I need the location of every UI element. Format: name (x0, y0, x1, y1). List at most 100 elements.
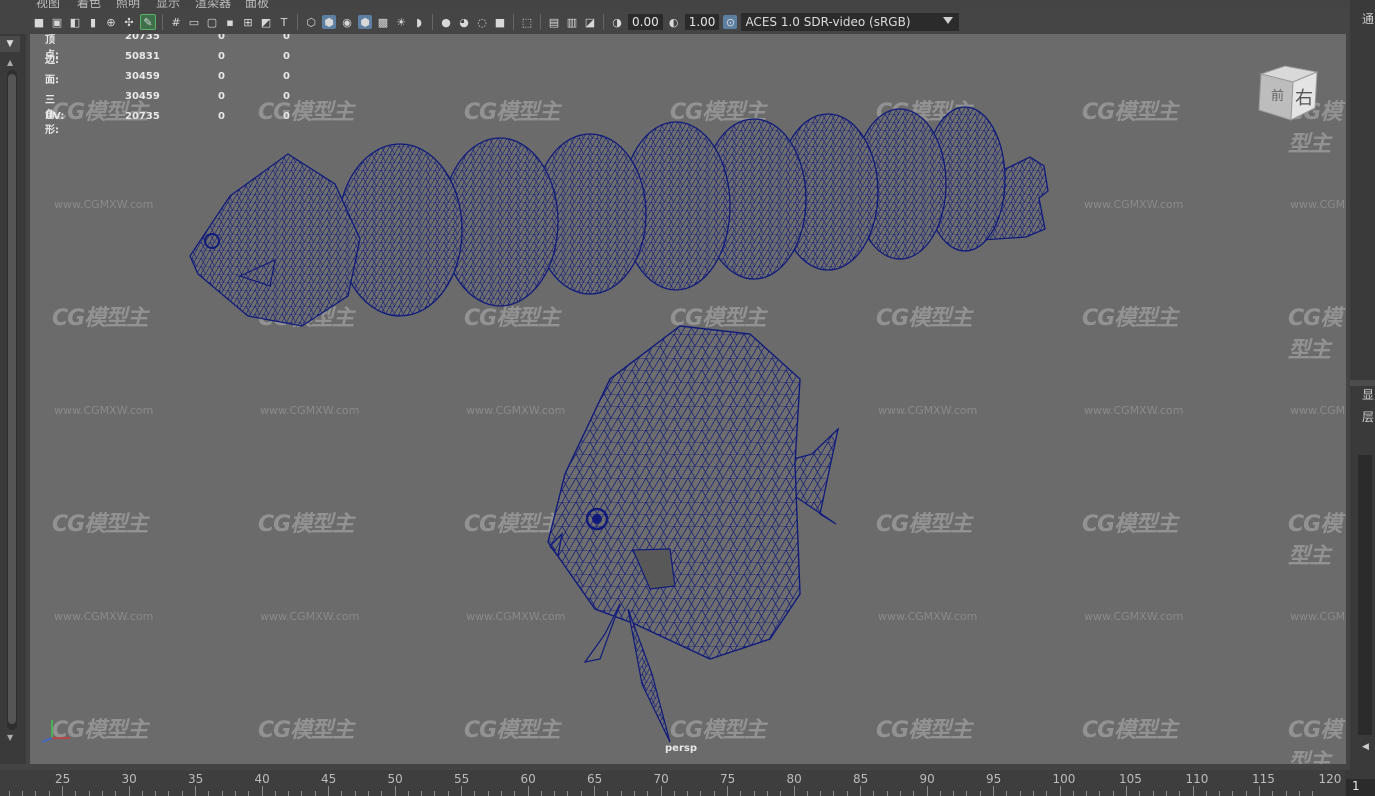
xray-active-icon[interactable]: ▥ (565, 15, 579, 29)
timeline-tick (1285, 791, 1287, 796)
timeline-tick-label: 85 (853, 772, 869, 786)
xray-joints-icon[interactable]: ◪ (583, 15, 597, 29)
menu-show[interactable]: 显示 (156, 0, 180, 8)
menu-renderer[interactable]: 渲染器 (195, 0, 231, 8)
timeline-tick-label: 65 (587, 772, 603, 786)
motion-blur-icon[interactable]: ◕ (457, 15, 471, 29)
pan-zoom-icon[interactable]: ✣ (122, 15, 136, 29)
exposure-icon[interactable]: ◑ (610, 15, 624, 29)
right-panel-tab[interactable]: 通 (1362, 10, 1374, 27)
timeline-tick (141, 791, 143, 796)
left-scrollbar[interactable] (7, 70, 17, 730)
image-plane-icon[interactable]: ⊕ (104, 15, 118, 29)
timeline-tick (248, 791, 250, 796)
timeline-tick (274, 791, 276, 796)
resolution-gate-icon[interactable]: ▢ (205, 15, 219, 29)
view-cube-front-label[interactable]: 前 (1271, 88, 1284, 104)
safe-title-icon[interactable]: T (277, 15, 291, 29)
gamma-field[interactable]: 1.00 (684, 14, 720, 30)
hud-value: 0 (283, 34, 290, 42)
grease-pencil-icon[interactable]: ✎ (140, 14, 156, 30)
timeline-tick (35, 791, 37, 796)
menu-panels[interactable]: 面板 (245, 0, 269, 8)
panel-toolbar: ■ ▣ ◧ ▮ ⊕ ✣ ✎ # ▭ ▢ ▪ ⊞ ◩ T ⬡ ⬢ ◉ ⬢ ▩ ☀ … (30, 10, 1348, 34)
scroll-right-icon[interactable]: ◀ (1362, 742, 1369, 752)
right-scrollbar[interactable] (1358, 455, 1372, 735)
isolate-select-icon[interactable]: ⬚ (520, 15, 534, 29)
field-chart-icon[interactable]: ⊞ (241, 15, 255, 29)
scrollbar-thumb[interactable] (8, 74, 16, 724)
timeline-tick (793, 786, 795, 796)
scroll-up-icon[interactable]: ▲ (7, 58, 13, 67)
display-tab[interactable]: 显 (1362, 386, 1374, 403)
timeline-tick (727, 786, 728, 796)
timeline-tick (314, 791, 316, 796)
timeline-tick-label: 55 (454, 772, 470, 786)
time-slider-track[interactable]: 25 30 35 40 45 50 55 60 65 70 75 80 85 90 95 100 105 110 1… (0, 770, 1345, 796)
timeline-tick (447, 791, 449, 796)
safe-action-icon[interactable]: ◩ (259, 15, 273, 29)
hud-label: 边: (45, 55, 59, 66)
timeline-tick-label: 100 (1052, 772, 1076, 786)
depth-of-field-icon[interactable]: ■ (493, 15, 507, 29)
timeline-tick (647, 791, 649, 796)
textured-icon[interactable]: ▩ (376, 15, 390, 29)
timeline-tick (1165, 791, 1167, 796)
timeline-tick (993, 786, 994, 796)
toolbar-divider (513, 14, 514, 30)
layer-tab[interactable]: 层 (1362, 408, 1374, 425)
timeline-tick (1099, 791, 1101, 796)
xray-icon[interactable]: ▤ (547, 15, 561, 29)
menu-view[interactable]: 视图 (36, 0, 60, 8)
lighting-icon[interactable]: ☀ (394, 15, 408, 29)
shadows-icon[interactable]: ◗ (412, 15, 426, 29)
grid-icon[interactable]: # (169, 15, 183, 29)
timeline-tick (115, 791, 117, 796)
timeline-tick (1179, 791, 1181, 796)
colorspace-icon[interactable]: ⊙ (723, 15, 738, 29)
select-camera-icon[interactable]: ■ (32, 15, 46, 29)
timeline-tick-label: 80 (786, 772, 802, 786)
view-cube-right-label[interactable]: 右 (1295, 88, 1313, 109)
default-material-icon[interactable]: ◉ (340, 15, 354, 29)
timeline-tick (394, 786, 396, 796)
film-gate-icon[interactable]: ▭ (187, 15, 201, 29)
timeline-tick (939, 791, 941, 796)
wireframe-on-shaded-icon[interactable]: ⬢ (358, 15, 372, 29)
timeline-tick (567, 791, 569, 796)
menu-lighting[interactable]: 照明 (116, 0, 140, 8)
timeline-tick (846, 791, 848, 796)
fish-model[interactable] (547, 325, 840, 743)
timeline-tick (979, 791, 981, 796)
timeline-tick (461, 786, 462, 796)
timeline-tick (766, 791, 768, 796)
3d-viewport[interactable]: CG模型主 CG模型主 CG模型主 CG模型主 CG模型主 CG模型主 CG模型主 CG模型主… (30, 34, 1346, 764)
anti-aliasing-icon[interactable]: ◌ (475, 15, 489, 29)
camera-attributes-icon[interactable]: ▣ (50, 15, 64, 29)
smooth-shade-icon[interactable]: ⬢ (322, 15, 336, 29)
fish-sequence[interactable] (189, 106, 1049, 327)
timeline-tick (434, 791, 436, 796)
bookmark-icon[interactable]: ▮ (86, 15, 100, 29)
screen-space-ao-icon[interactable]: ● (439, 15, 453, 29)
gate-mask-icon[interactable]: ▪ (223, 15, 237, 29)
bookmark-camera-icon[interactable]: ◧ (68, 15, 82, 29)
timeline-tick-label: 70 (653, 772, 669, 786)
timeline-tick (633, 791, 635, 796)
exposure-field[interactable]: 0.00 (628, 14, 663, 30)
timeline-tick (1245, 791, 1247, 796)
scroll-down-icon[interactable]: ▼ (7, 733, 13, 742)
color-space-dropdown[interactable]: ACES 1.0 SDR-video (sRGB) (741, 13, 960, 31)
timeline-tick-label: 75 (720, 772, 736, 786)
timeline-tick (527, 786, 529, 796)
hud-value: 0 (283, 51, 290, 62)
menu-shading[interactable]: 着色 (77, 0, 101, 8)
timeline-tick (261, 786, 263, 796)
current-frame-field[interactable]: 1 (1346, 779, 1375, 796)
gamma-icon[interactable]: ◐ (667, 15, 681, 29)
time-slider[interactable]: 25 30 35 40 45 50 55 60 65 70 75 80 85 90 95 100 105 110 1… (0, 770, 1375, 796)
view-cube[interactable]: 前 右 (1257, 62, 1319, 124)
timeline-tick (700, 791, 702, 796)
wireframe-icon[interactable]: ⬡ (304, 15, 318, 29)
panel-menu-dropdown[interactable]: ▼ (0, 36, 20, 52)
